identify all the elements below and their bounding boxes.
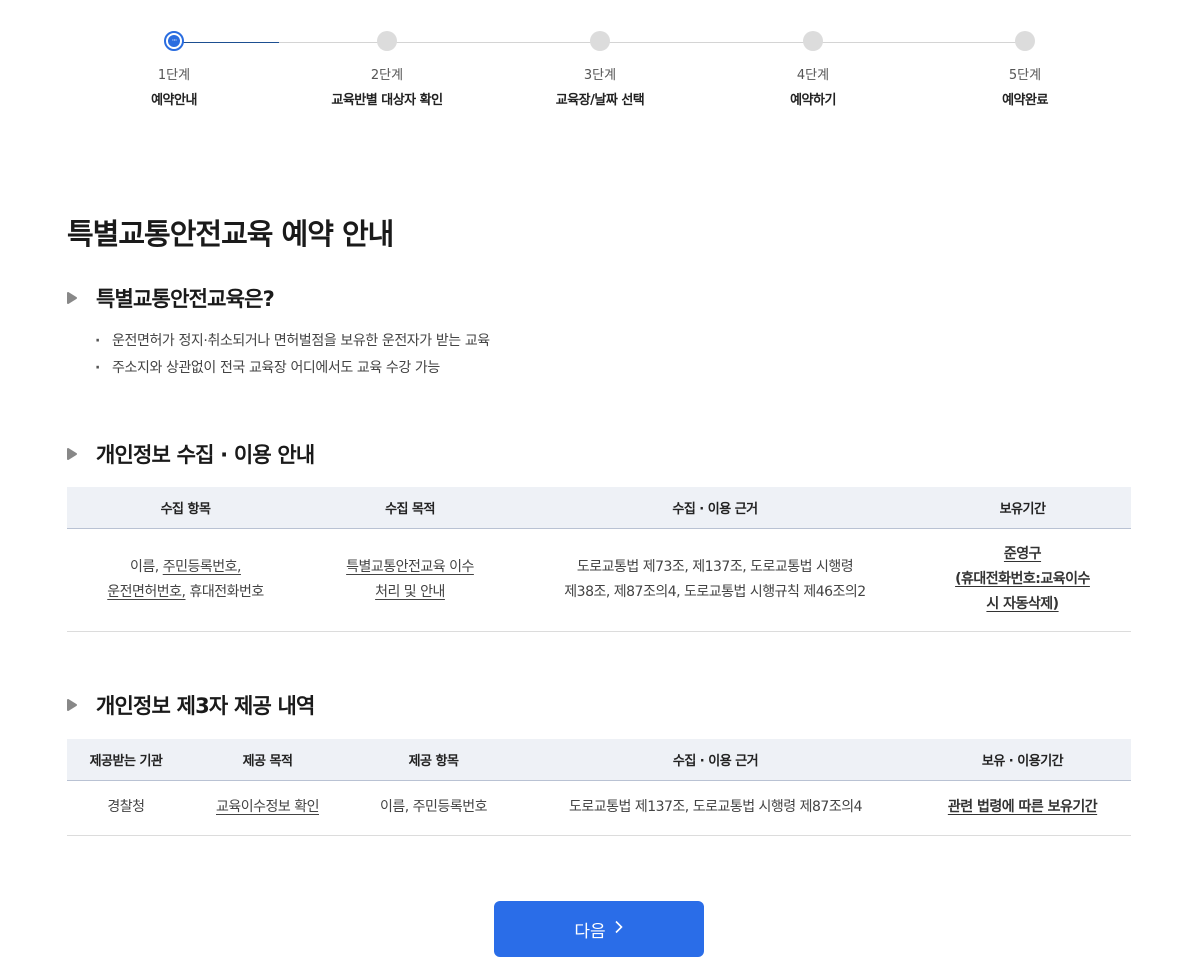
cell-purpose: 교육이수정보 확인 (185, 780, 350, 836)
column-header: 제공 목적 (185, 739, 350, 781)
table-row: 경찰청 교육이수정보 확인 이름, 주민등록번호 도로교통법 제137조, 도로… (67, 780, 1131, 836)
step-current-dot: ··· (164, 31, 184, 51)
step-name: 예약안내 (151, 93, 197, 108)
chevron-right-icon (614, 920, 624, 938)
cell-text-underlined: 관련 법령에 따른 보유기간 (947, 799, 1098, 815)
cell-retention: 준영구 (휴대전화번호:교육이수 시 자동삭제) (914, 528, 1131, 632)
cell-text-underlined: 준영구 (1003, 546, 1042, 562)
cell-purpose: 특별교통안전교육 이수 처리 및 안내 (304, 528, 516, 632)
progress-stepper: ··· 1단계 예약안내 2단계 교육반별 대상자 확인 3단계 교육장/날짜 … (0, 0, 1186, 130)
cell-text: 제38조, 제87조의4, 도로교통법 시행규칙 제46조의2 (564, 583, 866, 600)
column-header: 수집 목적 (304, 487, 516, 529)
step-dot (803, 31, 823, 51)
step-4: 4단계 예약하기 (713, 31, 913, 110)
step-number: 5단계 (1008, 68, 1042, 83)
step-name: 교육반별 대상자 확인 (331, 93, 443, 108)
step-3: 3단계 교육장/날짜 선택 (500, 31, 700, 110)
cell-retention: 관련 법령에 따른 보유기간 (914, 780, 1131, 836)
column-header: 제공 항목 (350, 739, 517, 781)
step-dot (590, 31, 610, 51)
step-dot (377, 31, 397, 51)
privacy-table: 수집 항목 수집 목적 수집 · 이용 근거 보유기간 이름, 주민등록번호, … (67, 487, 1131, 632)
step-number: 3단계 (583, 68, 617, 83)
section-title-text: 개인정보 제3자 제공 내역 (96, 694, 315, 718)
cell-text-underlined: 특별교통안전교육 이수 (346, 558, 474, 575)
cell-text-underlined: 처리 및 안내 (375, 583, 445, 600)
section-bullet-icon (67, 291, 78, 305)
list-item: 운전면허가 정지·취소되거나 면허벌점을 보유한 운전자가 받는 교육 (95, 328, 490, 355)
cell-text-underlined: 시 자동삭제) (986, 596, 1059, 612)
third-party-table: 제공받는 기관 제공 목적 제공 항목 수집 · 이용 근거 보유 · 이용기간… (67, 739, 1131, 836)
cell-basis: 도로교통법 제73조, 제137조, 도로교통법 시행령 제38조, 제87조의… (516, 528, 914, 632)
next-button-label: 다음 (574, 921, 606, 942)
cell-text-underlined: 주민등록번호, (162, 558, 242, 575)
step-name: 교육장/날짜 선택 (555, 93, 645, 108)
cell-basis: 도로교통법 제137조, 도로교통법 시행령 제87조의4 (517, 780, 914, 836)
next-button[interactable]: 다음 (494, 901, 704, 957)
section-title-text: 특별교통안전교육은? (96, 287, 275, 311)
cell-recipient: 경찰청 (67, 780, 185, 836)
cell-text: 휴대전화번호 (185, 583, 264, 600)
table-row: 이름, 주민등록번호, 운전면허번호, 휴대전화번호 특별교통안전교육 이수 처… (67, 528, 1131, 632)
section-title-text: 개인정보 수집 · 이용 안내 (96, 443, 315, 467)
step-dot (1015, 31, 1035, 51)
step-number: 4단계 (796, 68, 830, 83)
section-bullet-icon (67, 698, 78, 712)
column-header: 제공받는 기관 (67, 739, 185, 781)
step-5: 5단계 예약완료 (925, 31, 1125, 110)
column-header: 수집 · 이용 근거 (516, 487, 914, 529)
section-bullet-icon (67, 447, 78, 461)
step-number: 1단계 (157, 68, 191, 83)
page-title: 특별교통안전교육 예약 안내 (67, 217, 394, 251)
column-header: 수집 항목 (67, 487, 304, 529)
list-item: 주소지와 상관없이 전국 교육장 어디에서도 교육 수강 가능 (95, 355, 490, 382)
step-2: 2단계 교육반별 대상자 확인 (287, 31, 487, 110)
more-icon: ··· (171, 36, 178, 45)
cell-text-underlined: (휴대전화번호:교육이수 (955, 571, 1090, 587)
cell-text: 이름, (130, 558, 163, 575)
cell-text-underlined: 운전면허번호, (107, 583, 186, 600)
cell-text: 도로교통법 제73조, 제137조, 도로교통법 시행령 (576, 558, 854, 575)
about-list: 운전면허가 정지·취소되거나 면허벌점을 보유한 운전자가 받는 교육 주소지와… (95, 328, 490, 382)
section-title-about: 특별교통안전교육은? (67, 283, 275, 313)
cell-text-underlined: 교육이수정보 확인 (216, 799, 320, 815)
section-title-privacy: 개인정보 수집 · 이용 안내 (67, 439, 315, 469)
cell-items: 이름, 주민등록번호, 운전면허번호, 휴대전화번호 (67, 528, 304, 632)
step-name: 예약하기 (790, 93, 836, 108)
cell-items: 이름, 주민등록번호 (350, 780, 517, 836)
step-1: ··· 1단계 예약안내 (74, 31, 274, 110)
step-name: 예약완료 (1002, 93, 1048, 108)
step-number: 2단계 (370, 68, 404, 83)
column-header: 수집 · 이용 근거 (517, 739, 914, 781)
column-header: 보유기간 (914, 487, 1131, 529)
section-title-third-party: 개인정보 제3자 제공 내역 (67, 690, 315, 720)
column-header: 보유 · 이용기간 (914, 739, 1131, 781)
